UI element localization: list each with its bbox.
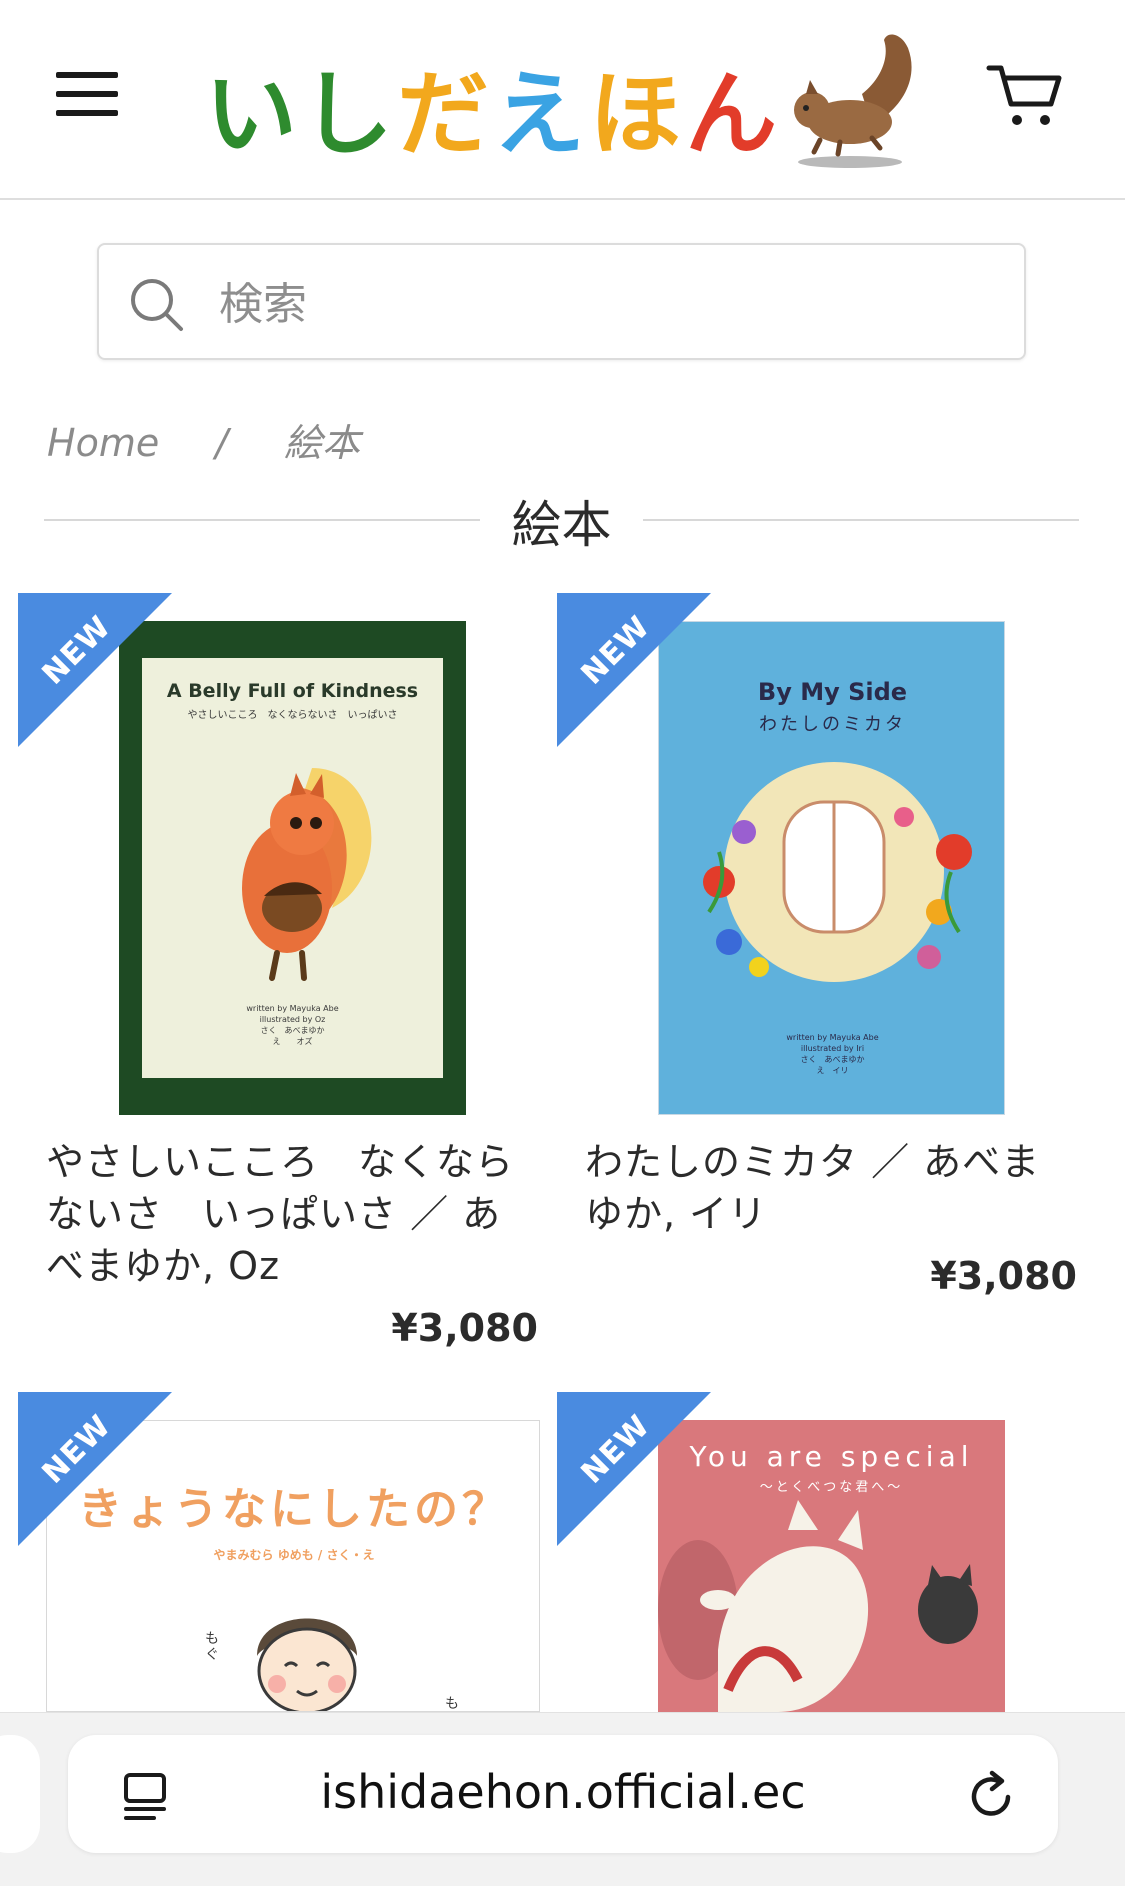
- breadcrumb-separator: /: [215, 421, 229, 465]
- product-card[interactable]: きょうなにしたの？ やまみむら ゆめも / さく・え もぐ も NEW: [18, 1392, 540, 1712]
- logo-text: いしだえほん: [205, 40, 781, 173]
- product-cover-image[interactable]: You are special 〜とくべつな君へ〜: [658, 1420, 1005, 1712]
- cover-credit-line: え オズ: [272, 1037, 313, 1046]
- cover-sound-effect: もぐ: [205, 1631, 219, 1663]
- squirrel-illustration: [242, 768, 372, 981]
- reload-icon[interactable]: [964, 1769, 1018, 1823]
- cover-title: By My Side: [757, 678, 908, 706]
- logo-char: ほ: [589, 61, 686, 168]
- product-cover-image[interactable]: A Belly Full of Kindness やさしいこころ なくならないさ…: [119, 621, 466, 1115]
- logo-char: ん: [685, 61, 782, 168]
- product-price: ¥3,080: [930, 1254, 1077, 1298]
- breadcrumb: Home / 絵本: [47, 412, 360, 467]
- cover-credits: written by Mayuka Abe illustrated by Oz …: [142, 1003, 443, 1047]
- product-card[interactable]: You are special 〜とくべつな君へ〜 NEW: [557, 1392, 1077, 1712]
- cover-subtitle: やさしいこころ なくならないさ いっぱいさ: [187, 710, 398, 721]
- product-name-line: ゆか, イリ: [585, 1192, 768, 1236]
- breadcrumb-current: 絵本: [284, 421, 361, 465]
- dogs-illustration: [658, 1500, 978, 1712]
- cover-credit-line: illustrated by Iri: [800, 1044, 865, 1053]
- product-name-line: やさしいこころ なくなら: [46, 1140, 515, 1184]
- cover-subtitle: やまみむら ゆめも / さく・え: [213, 1548, 375, 1562]
- flower-window-illustration: [703, 762, 972, 982]
- cover-credits: written by Mayuka Abe illustrated by Iri…: [659, 1032, 1004, 1076]
- browser-address-bar: ishidaehon.official.ec: [0, 1712, 1125, 1886]
- product-name[interactable]: わたしのミカタ ／ あべま ゆか, イリ: [585, 1136, 1085, 1240]
- product-name-line: べまゆか, Oz: [46, 1244, 281, 1288]
- squirrel-mascot-icon: [794, 34, 912, 168]
- product-name[interactable]: やさしいこころ なくなら ないさ いっぱいさ ／ あ べまゆか, Oz: [46, 1136, 546, 1292]
- cover-credit-line: illustrated by Oz: [259, 1015, 326, 1024]
- breadcrumb-home-link[interactable]: Home: [47, 421, 159, 465]
- shopping-cart-icon[interactable]: [985, 60, 1065, 130]
- cover-credit-line: え イリ: [816, 1066, 849, 1075]
- cover-credit-line: written by Mayuka Abe: [246, 1004, 339, 1013]
- site-logo[interactable]: いしだえほん: [205, 30, 925, 170]
- search-box[interactable]: [97, 243, 1026, 360]
- logo-char: だ: [397, 61, 494, 168]
- url-field[interactable]: ishidaehon.official.ec: [68, 1735, 1058, 1853]
- logo-char: し: [301, 61, 398, 168]
- child-illustration: [257, 1618, 357, 1711]
- product-price: ¥3,080: [391, 1306, 538, 1350]
- title-divider-right: [643, 519, 1079, 521]
- cover-sound-effect: も: [445, 1696, 459, 1712]
- product-name-line: わたしのミカタ ／ あべま: [585, 1140, 1041, 1184]
- product-card[interactable]: A Belly Full of Kindness やさしいこころ なくならないさ…: [18, 593, 538, 1353]
- cover-credit-line: written by Mayuka Abe: [786, 1033, 879, 1042]
- cover-title: きょうなにしたの？: [78, 1484, 510, 1535]
- cover-title: You are special: [689, 1440, 974, 1473]
- search-input[interactable]: [217, 265, 1001, 343]
- cover-subtitle: わたしのミカタ: [759, 714, 906, 735]
- product-name-line: ないさ いっぱいさ ／ あ: [46, 1192, 502, 1236]
- cover-inner: A Belly Full of Kindness やさしいこころ なくならないさ…: [142, 658, 443, 1078]
- cover-credit-line: さく あべまゆか: [800, 1055, 865, 1064]
- previous-tab-peek[interactable]: [0, 1735, 40, 1853]
- hamburger-menu-icon[interactable]: [56, 70, 122, 118]
- product-cover-image[interactable]: きょうなにしたの？ やまみむら ゆめも / さく・え もぐ も: [46, 1420, 540, 1712]
- product-card[interactable]: By My Side わたしのミカタ written by Mayuka Abe…: [557, 593, 1077, 1313]
- site-header: いしだえほん: [0, 0, 1125, 200]
- logo-char: い: [205, 61, 302, 168]
- search-icon: [131, 279, 183, 331]
- page-title: 絵本: [511, 496, 612, 554]
- cover-credit-line: さく あべまゆか: [260, 1026, 325, 1035]
- page-title-section: 絵本: [44, 485, 1079, 555]
- cover-title: A Belly Full of Kindness: [166, 680, 419, 702]
- url-text: ishidaehon.official.ec: [320, 1765, 806, 1819]
- logo-char: え: [493, 61, 590, 168]
- product-cover-image[interactable]: By My Side わたしのミカタ written by Mayuka Abe…: [658, 621, 1005, 1115]
